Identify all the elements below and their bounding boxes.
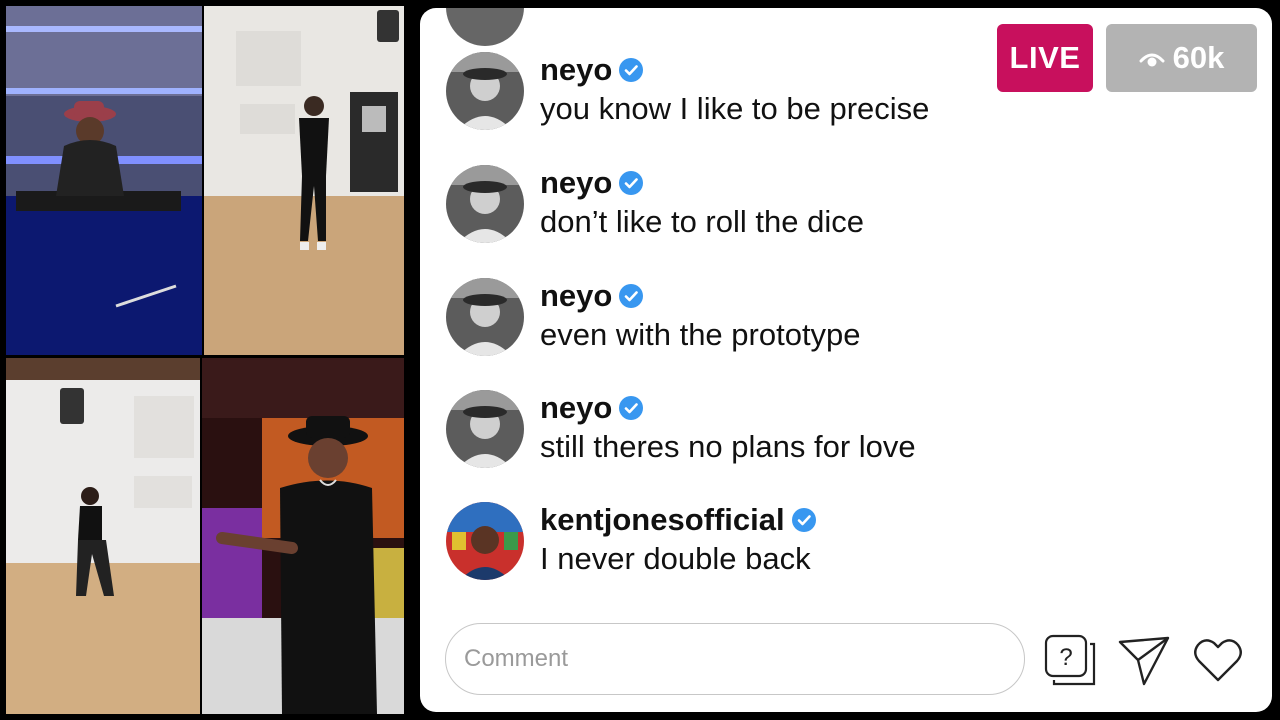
verified-badge-icon	[618, 283, 644, 309]
partial-message	[446, 8, 524, 46]
question-icon[interactable]: ?	[1042, 632, 1098, 688]
dj-video-tile[interactable]	[6, 6, 202, 355]
video-grid	[6, 6, 404, 714]
avatar[interactable]	[446, 165, 524, 243]
comment-text: I never double back	[540, 541, 811, 576]
viewer-count-badge[interactable]: 60k	[1106, 24, 1257, 92]
username[interactable]: neyo	[540, 390, 612, 426]
comment-item: neyo even with the prototype	[446, 278, 861, 356]
verified-badge-icon	[618, 57, 644, 83]
dj-video-image	[6, 6, 202, 355]
eye-icon	[1139, 53, 1165, 67]
comment-item: neyo you know I like to be precise	[446, 52, 929, 130]
comment-text: still theres no plans for love	[540, 429, 916, 464]
dancer-video-tile[interactable]	[204, 6, 404, 355]
svg-text:?: ?	[1059, 644, 1072, 671]
verified-badge-icon	[791, 507, 817, 533]
dancer-video-image	[204, 6, 404, 355]
verified-badge-icon	[618, 395, 644, 421]
heart-icon[interactable]	[1190, 632, 1246, 688]
comment-text: even with the prototype	[540, 317, 861, 352]
username[interactable]: neyo	[540, 278, 612, 314]
username[interactable]: neyo	[540, 165, 612, 201]
avatar[interactable]	[446, 390, 524, 468]
live-chat-panel: neyo you know I like to be precise neyo …	[420, 8, 1272, 712]
singer-video-image	[202, 358, 404, 714]
viewer-count: 60k	[1172, 40, 1225, 75]
avatar[interactable]	[446, 52, 524, 130]
live-badge: LIVE	[997, 24, 1093, 92]
singer-video-tile[interactable]	[202, 358, 404, 714]
comment-item: neyo don’t like to roll the dice	[446, 165, 864, 243]
verified-badge-icon	[618, 170, 644, 196]
avatar	[446, 8, 524, 46]
avatar[interactable]	[446, 502, 524, 580]
comment-text: don’t like to roll the dice	[540, 204, 864, 239]
comment-input[interactable]	[445, 623, 1025, 695]
avatar[interactable]	[446, 278, 524, 356]
comment-item: kentjonesofficial I never double back	[446, 502, 817, 580]
username[interactable]: neyo	[540, 52, 612, 88]
username[interactable]: kentjonesofficial	[540, 502, 785, 538]
send-icon[interactable]	[1116, 632, 1172, 688]
dancer2-video-image	[6, 358, 200, 714]
comment-text: you know I like to be precise	[540, 91, 930, 126]
dancer2-video-tile[interactable]	[6, 358, 200, 714]
comment-item: neyo still theres no plans for love	[446, 390, 916, 468]
